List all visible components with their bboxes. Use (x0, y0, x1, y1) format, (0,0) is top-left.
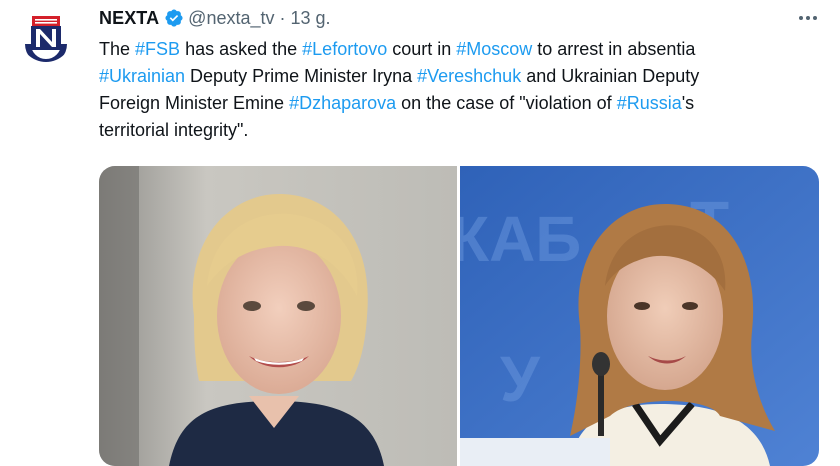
svg-text:КАБ: КАБ (460, 203, 581, 275)
svg-text:У: У (500, 343, 541, 415)
tweet-text-segment: on the case of "violation of (396, 93, 617, 113)
tweet-text-segment: Deputy Prime Minister Iryna (185, 66, 418, 86)
tweet-text-line: The #FSB has asked the #Lefortovo court … (99, 36, 829, 63)
hashtag-link[interactable]: #FSB (135, 39, 180, 59)
hashtag-link[interactable]: #Russia (617, 93, 682, 113)
hashtag-link[interactable]: #Moscow (456, 39, 532, 59)
hashtag-link[interactable]: #Dzhaparova (289, 93, 396, 113)
hashtag-link[interactable]: #Ukrainian (99, 66, 185, 86)
tweet-text-segment: The (99, 39, 136, 59)
tweet-text-segment: has asked the (180, 39, 303, 59)
avatar[interactable] (20, 10, 72, 62)
timestamp[interactable]: 13 g. (291, 8, 331, 29)
tweet-text-segment: territorial integrity". (99, 120, 249, 140)
tweet-text-segment: court in (387, 39, 457, 59)
tweet-header: NEXTA @nexta_tv · 13 g. (99, 6, 331, 30)
portrait-image-right: КАБ Т У (460, 166, 819, 466)
tweet-text-line: territorial integrity". (99, 117, 829, 144)
tweet-text-line: Foreign Minister Emine #Dzhaparova on th… (99, 90, 829, 117)
tweet-text-segment: Foreign Minister Emine (99, 93, 290, 113)
nexta-logo-icon (20, 10, 72, 62)
tweet-text-line: #Ukrainian Deputy Prime Minister Iryna #… (99, 63, 829, 90)
portrait-image-left (99, 166, 457, 466)
media-grid: КАБ Т У (99, 166, 819, 466)
tweet-text-segment: and Ukrainian Deputy (521, 66, 700, 86)
photo-right[interactable]: КАБ Т У (460, 166, 819, 466)
more-options-icon[interactable] (796, 8, 820, 28)
tweet-text-segment: to arrest in absentia (532, 39, 696, 59)
separator: · (279, 7, 286, 28)
author-handle[interactable]: @nexta_tv (188, 8, 274, 29)
hashtag-link[interactable]: #Vereshchuk (417, 66, 521, 86)
verified-badge-icon (164, 8, 184, 28)
tweet-text-segment: 's (681, 93, 695, 113)
tweet-text: The #FSB has asked the #Lefortovo court … (99, 36, 829, 144)
photo-left[interactable] (99, 166, 457, 466)
hashtag-link[interactable]: #Lefortovo (302, 39, 387, 59)
author-name[interactable]: NEXTA (99, 8, 159, 29)
